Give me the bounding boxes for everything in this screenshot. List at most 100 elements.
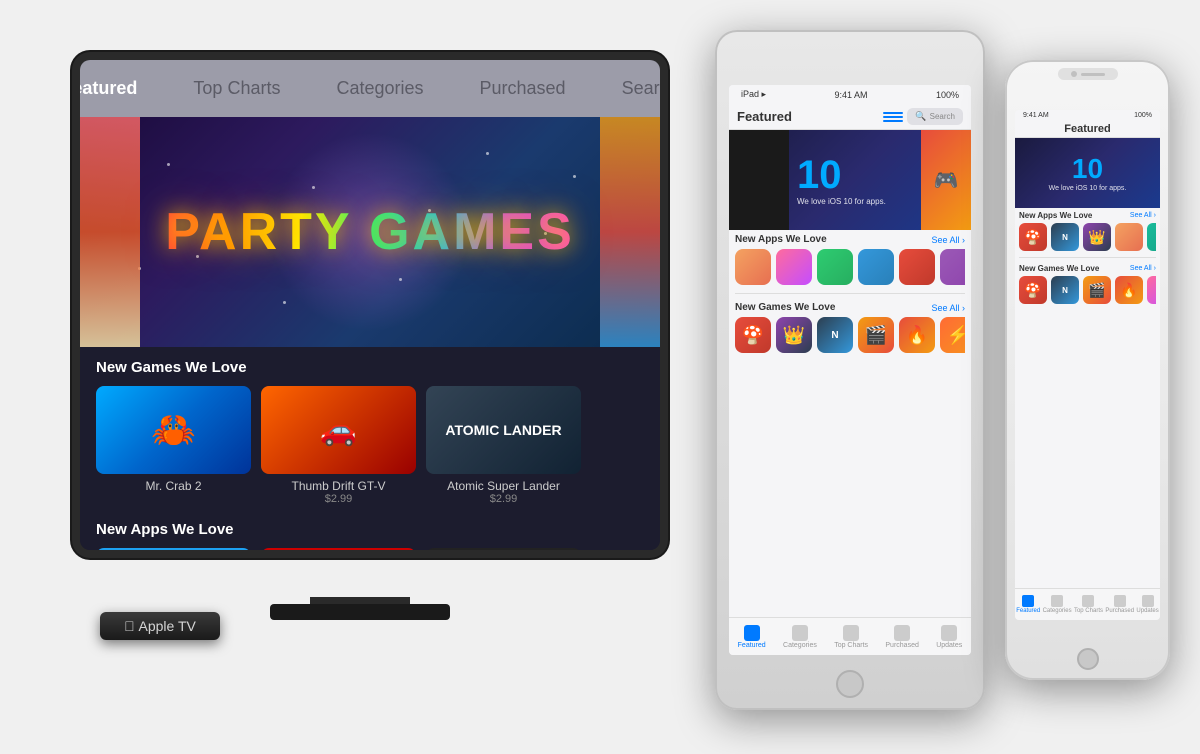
atomic-text: ATOMIC LANDER bbox=[445, 422, 561, 438]
ipad-game-mario[interactable]: 🍄 bbox=[735, 317, 771, 353]
iphone-device: 9:41 AM 100% Featured 10 We love iOS 10 … bbox=[1005, 60, 1170, 680]
game-icon-atomic: ATOMIC LANDER bbox=[426, 386, 581, 474]
iphone-apps-grid: 🍄 N 👑 bbox=[1019, 223, 1156, 251]
ipad-app-melody[interactable] bbox=[940, 249, 965, 285]
game-name-mr-crab: Mr. Crab 2 bbox=[96, 479, 251, 493]
ipad-tab-purchased[interactable]: Purchased bbox=[885, 625, 918, 649]
apple-tv-box:  Apple TV bbox=[100, 612, 220, 640]
iphone-tab-purchased[interactable]: Purchased bbox=[1105, 595, 1134, 614]
ipad-tab-featured-label: Featured bbox=[738, 642, 766, 649]
game-item-thumb-drift[interactable]: 🚗 Thumb Drift GT-V $2.99 bbox=[261, 386, 416, 505]
games-section-title: New Games We Love bbox=[96, 359, 644, 376]
iphone-apps-title: New Apps We Love bbox=[1019, 211, 1092, 220]
ipad-apps-see-all[interactable]: See All › bbox=[931, 235, 965, 245]
ipad-home-button[interactable] bbox=[836, 670, 864, 698]
games-section: New Games We Love 🦀 Mr. Crab 2 🚗 Thumb D… bbox=[80, 347, 660, 513]
ipad-games-header: New Games We Love See All › bbox=[735, 302, 965, 313]
ipad-new-games-section: New Games We Love See All › 🍄 👑 N 🎬 🔥 ⚡ … bbox=[729, 298, 971, 357]
nav-top-charts[interactable]: Top Charts bbox=[165, 70, 308, 107]
ipad-status-bar: iPad ▸ 9:41 AM 100% bbox=[729, 85, 971, 104]
nav-purchased[interactable]: Purchased bbox=[452, 70, 594, 107]
game-item-atomic[interactable]: ATOMIC LANDER Atomic Super Lander $2.99 bbox=[426, 386, 581, 505]
ipad-app-mob[interactable] bbox=[858, 249, 894, 285]
app-square[interactable] bbox=[426, 548, 581, 550]
iphone-tab-updates-label: Updates bbox=[1136, 608, 1158, 614]
nav-featured[interactable]: Featured bbox=[80, 70, 165, 107]
iphone-game-ember[interactable]: 🔥 bbox=[1115, 276, 1143, 304]
ipad-app-swift[interactable] bbox=[735, 249, 771, 285]
iphone-tab-top-charts[interactable]: Top Charts bbox=[1074, 595, 1103, 614]
iphone-tab-categories-label: Categories bbox=[1043, 608, 1072, 614]
iphone-app-mario[interactable]: 🍄 bbox=[1019, 223, 1047, 251]
iphone-tab-featured-label: Featured bbox=[1016, 608, 1040, 614]
ipad-tab-updates-label: Updates bbox=[936, 642, 962, 649]
iphone-ios10-number: 10 bbox=[1049, 155, 1127, 183]
game-name-atomic: Atomic Super Lander bbox=[426, 479, 581, 493]
iphone-game-wedo[interactable] bbox=[1147, 276, 1156, 304]
ipad-game-animation[interactable]: 🎬 bbox=[858, 317, 894, 353]
ipad-tab-bar: Featured Categories Top Charts Purchased… bbox=[729, 617, 971, 655]
ipad-tab-top-charts-label: Top Charts bbox=[834, 642, 868, 649]
ipad-game-ncis[interactable]: N bbox=[817, 317, 853, 353]
iphone-status-bar: 9:41 AM 100% bbox=[1015, 110, 1160, 121]
iphone-tab-updates-icon bbox=[1142, 595, 1154, 607]
ipad-tab-categories-label: Categories bbox=[783, 642, 817, 649]
thumb-drift-emoji: 🚗 bbox=[320, 413, 357, 448]
iphone-apps-see-all[interactable]: See All › bbox=[1130, 212, 1156, 219]
iphone-new-games-section: New Games We Love See All › 🍄 N 🎬 🔥 bbox=[1015, 261, 1160, 307]
apps-row: 𝕏 People Entertainment NETWORK bbox=[96, 548, 644, 550]
apps-section: New Apps We Love 𝕏 People Entertainment … bbox=[80, 513, 660, 550]
ipad-game-fireup[interactable]: ⚡ bbox=[940, 317, 965, 353]
game-name-thumb-drift: Thumb Drift GT-V bbox=[261, 479, 416, 493]
game-price-atomic: $2.99 bbox=[426, 493, 581, 505]
ipad-app-wedo[interactable] bbox=[776, 249, 812, 285]
game-item-mr-crab[interactable]: 🦀 Mr. Crab 2 bbox=[96, 386, 251, 505]
nav-search[interactable]: Search bbox=[594, 70, 660, 107]
ipad-app-golf[interactable] bbox=[817, 249, 853, 285]
iphone-app-broken[interactable]: 👑 bbox=[1083, 223, 1111, 251]
iphone-new-apps-section: New Apps We Love See All › 🍄 N 👑 bbox=[1015, 208, 1160, 254]
iphone-nav-title: Featured bbox=[1023, 123, 1152, 135]
nav-categories[interactable]: Categories bbox=[308, 70, 451, 107]
iphone-tab-featured[interactable]: Featured bbox=[1016, 595, 1040, 614]
ipad-tab-featured[interactable]: Featured bbox=[738, 625, 766, 649]
ipad-nav-title: Featured bbox=[737, 109, 792, 124]
app-twitter[interactable]: 𝕏 bbox=[96, 548, 251, 550]
iphone-tab-updates[interactable]: Updates bbox=[1136, 595, 1158, 614]
mr-crab-emoji: 🦀 bbox=[151, 409, 196, 451]
iphone-game-mario[interactable]: 🍄 bbox=[1019, 276, 1047, 304]
ipad-tab-categories[interactable]: Categories bbox=[783, 625, 817, 649]
ipad-search-box[interactable]: 🔍 Search bbox=[907, 108, 963, 125]
iphone-game-ncis[interactable]: N bbox=[1051, 276, 1079, 304]
iphone-app-swift[interactable] bbox=[1115, 223, 1143, 251]
iphone-tab-top-charts-icon bbox=[1082, 595, 1094, 607]
ipad-hero-subtitle: We love iOS 10 for apps. bbox=[797, 197, 913, 206]
ipad-games-title: New Games We Love bbox=[735, 302, 835, 313]
iphone-status-time: 9:41 AM bbox=[1023, 112, 1049, 119]
iphone-games-title: New Games We Love bbox=[1019, 264, 1099, 273]
ipad-divider-1 bbox=[735, 293, 965, 294]
iphone-tab-categories[interactable]: Categories bbox=[1043, 595, 1072, 614]
ipad-hero-text: 10 We love iOS 10 for apps. bbox=[789, 147, 921, 214]
iphone-games-see-all[interactable]: See All › bbox=[1130, 265, 1156, 272]
iphone-app-luxe[interactable] bbox=[1147, 223, 1156, 251]
ipad-tab-updates[interactable]: Updates bbox=[936, 625, 962, 649]
iphone-home-button[interactable] bbox=[1077, 648, 1099, 670]
ipad-app-drops[interactable] bbox=[899, 249, 935, 285]
ipad-games-grid: 🍄 👑 N 🎬 🔥 ⚡ ⭐ 💤 bbox=[735, 317, 965, 353]
apps-section-title: New Apps We Love bbox=[96, 521, 644, 538]
ipad-game-broken[interactable]: 👑 bbox=[776, 317, 812, 353]
app-people[interactable]: People Entertainment NETWORK bbox=[261, 548, 416, 550]
ipad-games-see-all[interactable]: See All › bbox=[931, 303, 965, 313]
hero-side-left-image bbox=[80, 117, 140, 347]
ipad-hero: 10 We love iOS 10 for apps. 🎮 bbox=[729, 130, 971, 230]
ipad-tab-top-charts-icon bbox=[843, 625, 859, 641]
ipad-tab-top-charts[interactable]: Top Charts bbox=[834, 625, 868, 649]
iphone-app-ncis[interactable]: N bbox=[1051, 223, 1079, 251]
ipad-game-ember[interactable]: 🔥 bbox=[899, 317, 935, 353]
iphone-apps-header: New Apps We Love See All › bbox=[1019, 211, 1156, 220]
iphone-container: 9:41 AM 100% Featured 10 We love iOS 10 … bbox=[1005, 60, 1180, 700]
ipad-grid-icon[interactable] bbox=[883, 110, 903, 124]
iphone-game-animation[interactable]: 🎬 bbox=[1083, 276, 1111, 304]
ios10-number: 10 bbox=[797, 155, 913, 195]
